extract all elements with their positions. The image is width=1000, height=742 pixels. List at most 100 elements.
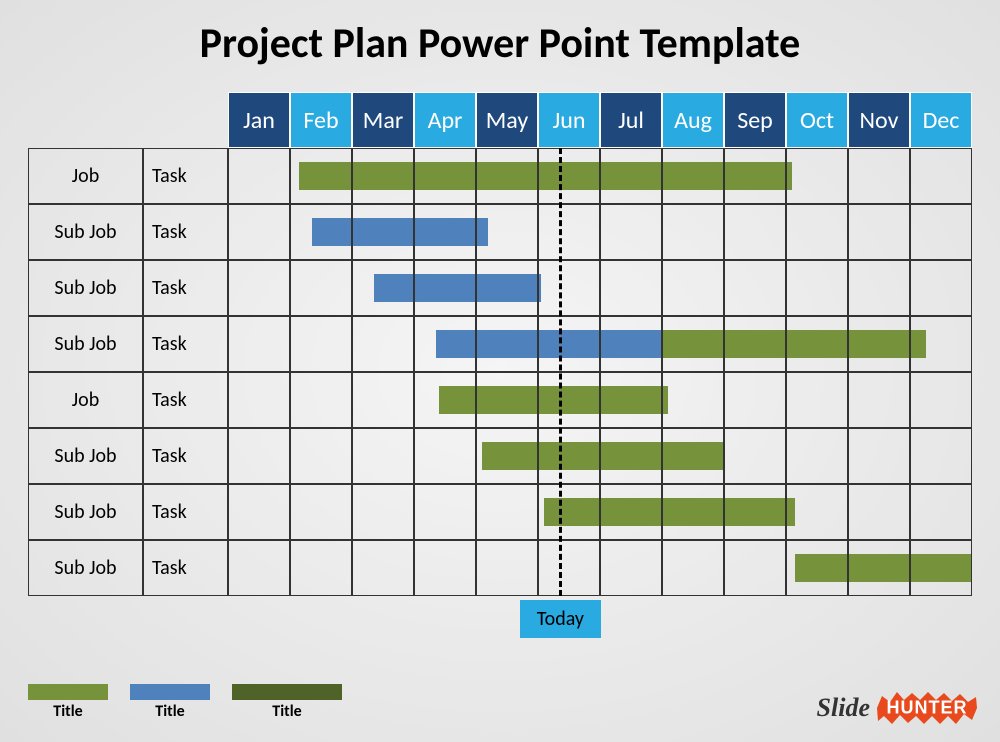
grid-cell (910, 260, 972, 316)
brand-slide-text: Slide (817, 693, 870, 723)
month-header-nov: Nov (848, 92, 910, 148)
grid-cell (724, 540, 786, 596)
grid-cell (600, 484, 662, 540)
grid-cell (290, 372, 352, 428)
task-cell: Task (143, 428, 228, 484)
grid-cell (414, 204, 476, 260)
grid-cell (538, 260, 600, 316)
grid-cell (848, 428, 910, 484)
grid-cell (538, 428, 600, 484)
job-cell: Sub Job (28, 204, 143, 260)
grid-cell (538, 540, 600, 596)
grid-cell (786, 204, 848, 260)
today-marker-label: Today (520, 600, 601, 638)
table-row: JobTask (28, 372, 972, 428)
grid-cell (228, 540, 290, 596)
grid-cell (476, 372, 538, 428)
grid-cell (352, 260, 414, 316)
task-cell: Task (143, 484, 228, 540)
grid-cell (538, 372, 600, 428)
month-header-jun: Jun (538, 92, 600, 148)
grid-cell (662, 148, 724, 204)
grid-cell (476, 316, 538, 372)
grid-cell (352, 540, 414, 596)
job-cell: Sub Job (28, 316, 143, 372)
grid-cell (848, 484, 910, 540)
legend-item: Title (232, 684, 342, 721)
grid-cell (910, 428, 972, 484)
grid-cell (290, 484, 352, 540)
grid-cell (786, 372, 848, 428)
grid-cells (228, 372, 972, 428)
grid-cell (414, 260, 476, 316)
grid-cell (228, 260, 290, 316)
grid-cell (538, 204, 600, 260)
legend-label: Title (130, 702, 210, 721)
job-cell: Job (28, 148, 143, 204)
grid-cell (600, 260, 662, 316)
grid-cell (786, 484, 848, 540)
grid-cell (786, 316, 848, 372)
grid-cell (352, 484, 414, 540)
grid-cell (290, 260, 352, 316)
grid-cells (228, 316, 972, 372)
month-header-dec: Dec (910, 92, 972, 148)
grid-cell (910, 540, 972, 596)
grid-cells (228, 204, 972, 260)
month-header-feb: Feb (290, 92, 352, 148)
grid-cell (290, 204, 352, 260)
job-cell: Job (28, 372, 143, 428)
legend-item: Title (130, 684, 210, 721)
grid-cell (848, 148, 910, 204)
grid-cell (352, 148, 414, 204)
legend: Title Title Title (28, 684, 342, 721)
grid-cell (600, 540, 662, 596)
month-header-oct: Oct (786, 92, 848, 148)
task-cell: Task (143, 316, 228, 372)
grid-cell (600, 372, 662, 428)
grid-cell (724, 260, 786, 316)
grid-cell (476, 204, 538, 260)
grid-cell (910, 204, 972, 260)
grid-cell (786, 148, 848, 204)
grid-cell (228, 316, 290, 372)
grid-cell (290, 428, 352, 484)
grid-cells (228, 484, 972, 540)
table-row: Sub JobTask (28, 204, 972, 260)
grid-cell (848, 260, 910, 316)
grid-cell (662, 540, 724, 596)
legend-label: Title (28, 702, 108, 721)
grid-cell (476, 540, 538, 596)
grid-cell (662, 316, 724, 372)
grid-cell (910, 484, 972, 540)
job-cell: Sub Job (28, 540, 143, 596)
grid-cell (848, 540, 910, 596)
month-header-aug: Aug (662, 92, 724, 148)
today-line (559, 148, 562, 596)
grid-cells (228, 428, 972, 484)
grid-cell (538, 148, 600, 204)
brand-hunter-text: HUNTER (887, 698, 968, 719)
month-header-mar: Mar (352, 92, 414, 148)
grid-cell (290, 316, 352, 372)
brand-hunter-badge: HUNTER (872, 688, 982, 728)
grid-cell (910, 372, 972, 428)
grid-cell (228, 204, 290, 260)
grid-cell (476, 484, 538, 540)
page-title: Project Plan Power Point Template (0, 0, 1000, 79)
month-header-jan: Jan (228, 92, 290, 148)
task-cell: Task (143, 540, 228, 596)
table-row: Sub JobTask (28, 428, 972, 484)
grid-cells (228, 148, 972, 204)
gantt-grid: JobTaskSub JobTaskSub JobTaskSub JobTask… (28, 148, 972, 596)
grid-cell (414, 148, 476, 204)
grid-cell (724, 372, 786, 428)
legend-swatch (28, 684, 108, 700)
grid-cell (600, 204, 662, 260)
legend-label: Title (232, 702, 342, 721)
grid-cell (724, 204, 786, 260)
grid-cells (228, 540, 972, 596)
grid-cell (538, 316, 600, 372)
grid-cells (228, 260, 972, 316)
grid-cell (228, 148, 290, 204)
